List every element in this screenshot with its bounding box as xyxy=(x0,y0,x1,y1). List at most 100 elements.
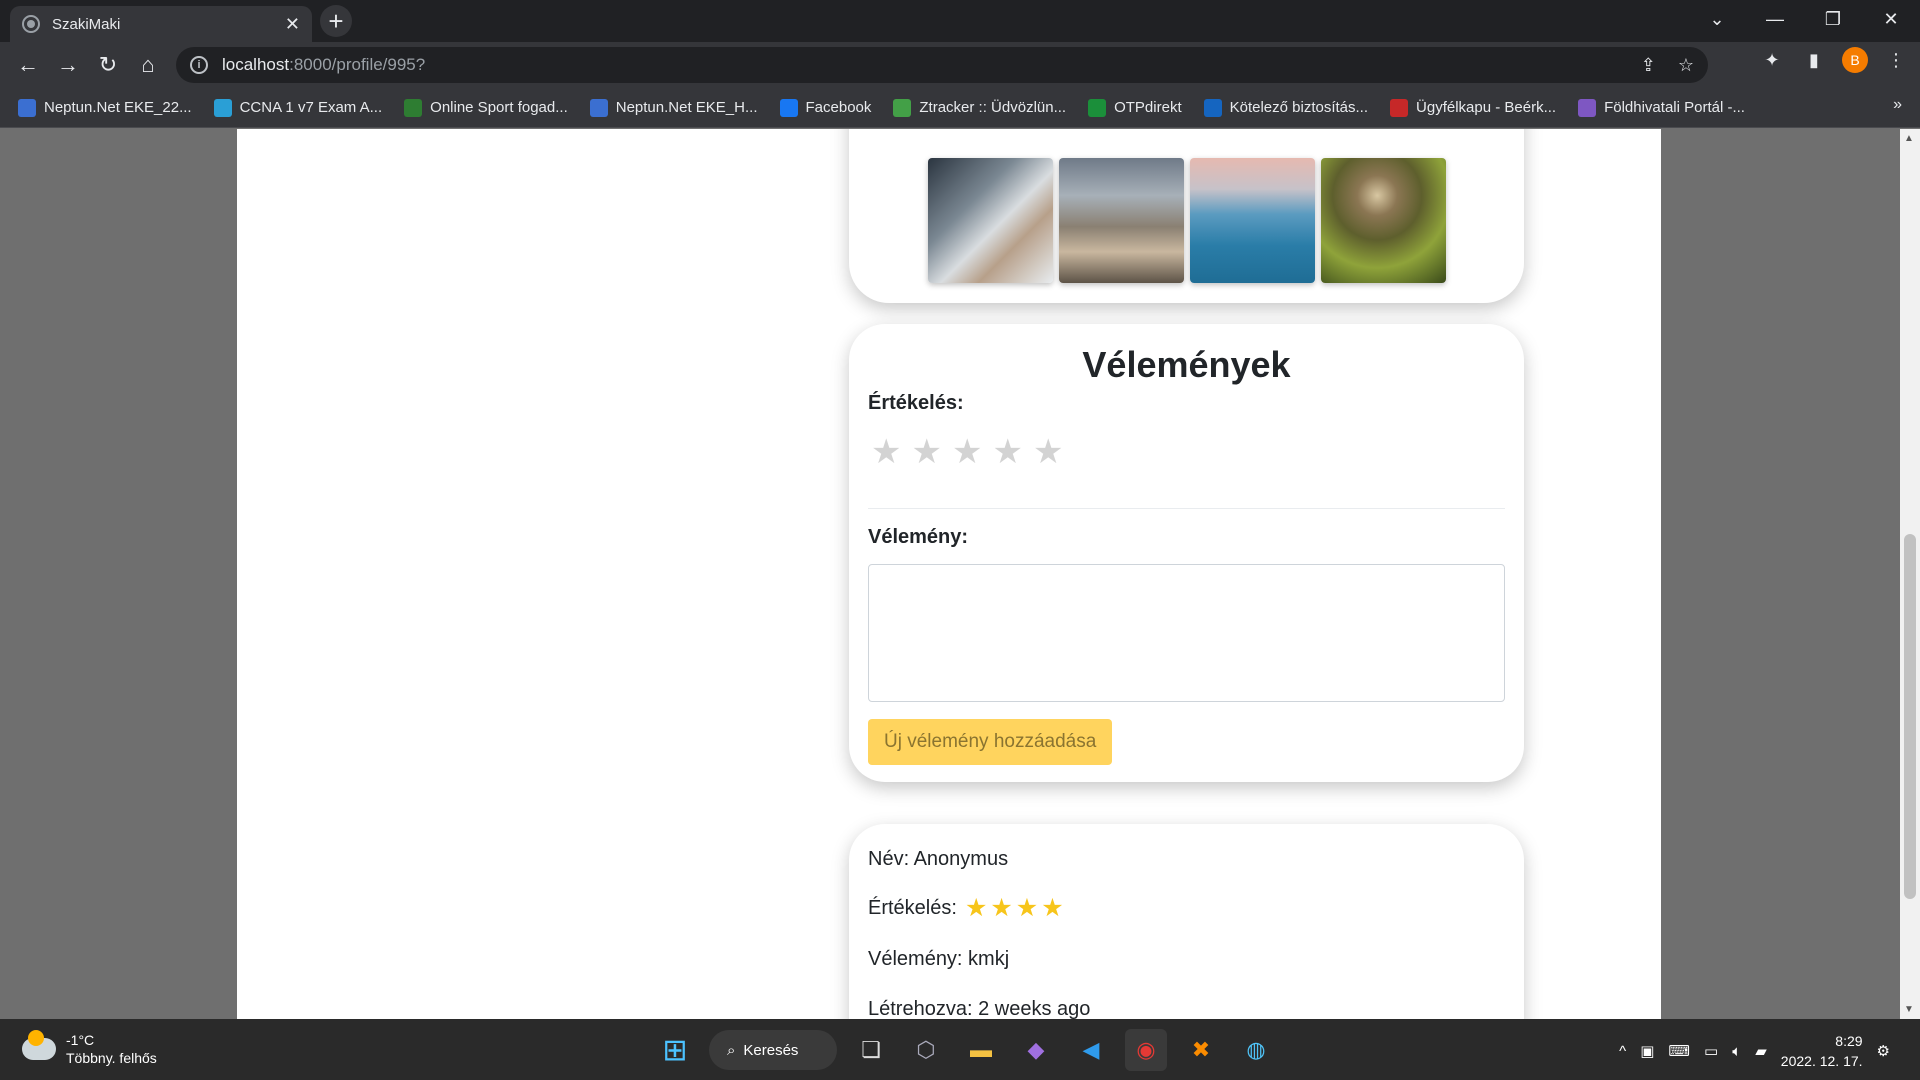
gallery-image-mushroom[interactable] xyxy=(1321,158,1446,283)
volume-icon[interactable]: 🔈︎ xyxy=(1732,1043,1741,1060)
tray-app-icon[interactable]: ▣ xyxy=(1640,1042,1654,1060)
bookmark-item[interactable]: Földhivatali Portál -... xyxy=(1578,98,1745,117)
site-info-icon[interactable]: i xyxy=(190,56,208,74)
filled-star-icon: ★ xyxy=(964,894,988,922)
weather-cloud-icon xyxy=(22,1030,56,1060)
clock[interactable]: 8:29 2022. 12. 17. xyxy=(1781,1031,1863,1071)
bookmark-label: Neptun.Net EKE_22... xyxy=(44,99,192,116)
window-controls: ⌄ — ❐ ✕ xyxy=(1688,0,1920,38)
vscode-icon[interactable]: ◀ xyxy=(1070,1029,1112,1071)
filled-star-icon: ★ xyxy=(1041,894,1064,922)
windows-start-icon[interactable]: ⊞ xyxy=(654,1029,696,1071)
bookmark-item[interactable]: Neptun.Net EKE_22... xyxy=(18,98,192,117)
rating-star-input[interactable]: ★ ★ ★ ★ ★ xyxy=(871,435,1063,469)
url-path: :8000/profile/995? xyxy=(289,55,426,74)
bookmark-favicon-icon xyxy=(589,98,608,117)
rating-star-icon[interactable]: ★ xyxy=(952,435,982,469)
address-bar[interactable]: i localhost:8000/profile/995? ⇪ ☆ xyxy=(176,47,1708,83)
bookmark-favicon-icon xyxy=(1203,98,1222,117)
taskbar: -1°C Többny. felhős ⊞ ⌕ Keresés ❏ ⬡ ▬ ◆ … xyxy=(0,1019,1920,1080)
bookmark-star-icon[interactable]: ☆ xyxy=(1678,55,1694,76)
keyboard-icon[interactable]: ⌨ xyxy=(1668,1042,1690,1060)
visual-studio-icon[interactable]: ◆ xyxy=(1015,1029,1057,1071)
bookmarks-bar: Neptun.Net EKE_22... CCNA 1 v7 Exam A... O… xyxy=(0,88,1920,128)
tab-search-icon[interactable]: ⌄ xyxy=(1688,0,1746,38)
tray-chevron-icon[interactable]: ^ xyxy=(1619,1043,1626,1060)
gallery-image-sea[interactable] xyxy=(1190,158,1315,283)
forward-arrow-icon[interactable]: → xyxy=(48,45,88,85)
share-icon[interactable]: ⇪ xyxy=(1641,55,1656,76)
review-form-card: Vélemények Értékelés: ★ ★ ★ ★ ★ Vélemény: Új… xyxy=(849,324,1524,782)
filled-star-icon: ★ xyxy=(1015,894,1039,922)
file-explorer-icon[interactable]: ▬ xyxy=(960,1029,1002,1071)
page-scrollbar[interactable]: ▲ ▼ xyxy=(1900,129,1920,1019)
bookmark-item[interactable]: CCNA 1 v7 Exam A... xyxy=(213,98,383,117)
profile-avatar[interactable]: B xyxy=(1842,47,1868,73)
home-icon[interactable]: ⌂ xyxy=(128,45,168,85)
comment-opinion: Vélemény: kmkj xyxy=(868,948,1010,970)
clock-date: 2022. 12. 17. xyxy=(1780,1053,1863,1069)
bookmark-label: Ztracker :: Üdvözlün... xyxy=(919,99,1067,116)
more-bookmarks-icon[interactable]: » xyxy=(1893,96,1902,114)
comment-label: Vélemény: xyxy=(868,526,969,548)
comment-textarea[interactable] xyxy=(868,564,1505,702)
bookmark-item[interactable]: Online Sport fogad... xyxy=(404,98,568,117)
network-icon[interactable]: ▭ xyxy=(1704,1042,1718,1060)
extensions-icon[interactable]: ✦ xyxy=(1758,50,1786,71)
bookmark-label: CCNA 1 v7 Exam A... xyxy=(239,99,383,116)
comment-created: Létrehozva: 2 weeks ago xyxy=(868,998,1091,1019)
app-icon-dark[interactable]: ⬡ xyxy=(905,1029,947,1071)
reload-icon[interactable]: ↻ xyxy=(88,45,128,85)
rating-star-icon[interactable]: ★ xyxy=(1033,435,1063,469)
close-window-button[interactable]: ✕ xyxy=(1862,0,1920,38)
task-view-icon[interactable]: ❏ xyxy=(850,1029,892,1071)
close-tab-icon[interactable]: ✕ xyxy=(285,14,300,35)
weather-temperature: -1°C xyxy=(66,1032,95,1048)
gallery-card xyxy=(849,129,1524,303)
bookmark-label: Földhivatali Portál -... xyxy=(1604,99,1745,116)
side-panel-icon[interactable]: ▮ xyxy=(1800,50,1828,71)
bookmark-label: Ügyfélkapu - Beérk... xyxy=(1416,99,1557,116)
add-review-button[interactable]: Új vélemény hozzáadása xyxy=(868,719,1113,765)
scroll-down-icon[interactable]: ▼ xyxy=(1904,1004,1914,1015)
comment-card: Név: Anonymus Értékelés: ★ ★ ★ ★ Vélemény: … xyxy=(849,824,1524,1019)
rating-star-icon[interactable]: ★ xyxy=(992,435,1022,469)
chrome-icon[interactable]: ◉ xyxy=(1125,1029,1167,1071)
bookmark-item[interactable]: OTPdirekt xyxy=(1088,98,1182,117)
menu-kebab-icon[interactable]: ⋮ xyxy=(1882,50,1910,71)
bookmark-item[interactable]: Ügyfélkapu - Beérk... xyxy=(1390,98,1557,117)
bookmark-item[interactable]: Neptun.Net EKE_H... xyxy=(589,98,758,117)
bookmark-favicon-icon xyxy=(18,98,36,117)
minimize-button[interactable]: — xyxy=(1746,0,1804,38)
new-tab-button[interactable]: + xyxy=(320,5,352,37)
bookmark-label: OTPdirekt xyxy=(1114,99,1182,116)
reviews-title: Vélemények xyxy=(1082,344,1291,385)
weather-widget[interactable]: -1°C Többny. felhős xyxy=(22,1030,157,1067)
xampp-icon[interactable]: ✖ xyxy=(1180,1029,1222,1071)
comment-rating: Értékelés: ★ ★ ★ ★ xyxy=(868,896,1064,921)
scroll-up-icon[interactable]: ▲ xyxy=(1904,133,1914,144)
bookmark-favicon-icon xyxy=(779,98,798,117)
notifications-icon[interactable]: ⚙ xyxy=(1877,1042,1890,1060)
bookmark-item[interactable]: Ztracker :: Üdvözlün... xyxy=(893,98,1067,117)
browser-toolbar: ← → ↻ ⌂ i localhost:8000/profile/995? ⇪ … xyxy=(0,42,1920,88)
bookmark-favicon-icon xyxy=(213,98,232,117)
battery-icon[interactable]: ▰ xyxy=(1755,1042,1767,1060)
globe-app-icon[interactable]: ◍ xyxy=(1235,1029,1277,1071)
rating-star-icon[interactable]: ★ xyxy=(911,435,941,469)
taskbar-search-button[interactable]: ⌕ Keresés xyxy=(709,1030,837,1070)
bookmark-label: Facebook xyxy=(805,99,872,116)
system-tray: ^ ▣ ⌨ ▭ 🔈︎ ▰ 8:29 2022. 12. 17. ⚙ xyxy=(1619,1031,1890,1071)
browser-tab[interactable]: SzakiMaki ✕ xyxy=(10,6,312,42)
rating-star-icon[interactable]: ★ xyxy=(871,435,901,469)
restore-button[interactable]: ❐ xyxy=(1804,0,1862,38)
back-arrow-icon[interactable]: ← xyxy=(8,45,48,85)
url-host: localhost xyxy=(222,55,290,74)
bookmark-label: Kötelező biztosítás... xyxy=(1229,99,1369,116)
globe-icon xyxy=(22,15,40,33)
bookmark-item[interactable]: Facebook xyxy=(779,98,872,117)
gallery-image-street[interactable] xyxy=(1059,158,1184,283)
bookmark-item[interactable]: Kötelező biztosítás... xyxy=(1203,98,1369,117)
scrollbar-thumb[interactable] xyxy=(1904,534,1916,899)
gallery-image-hands[interactable] xyxy=(928,158,1053,283)
